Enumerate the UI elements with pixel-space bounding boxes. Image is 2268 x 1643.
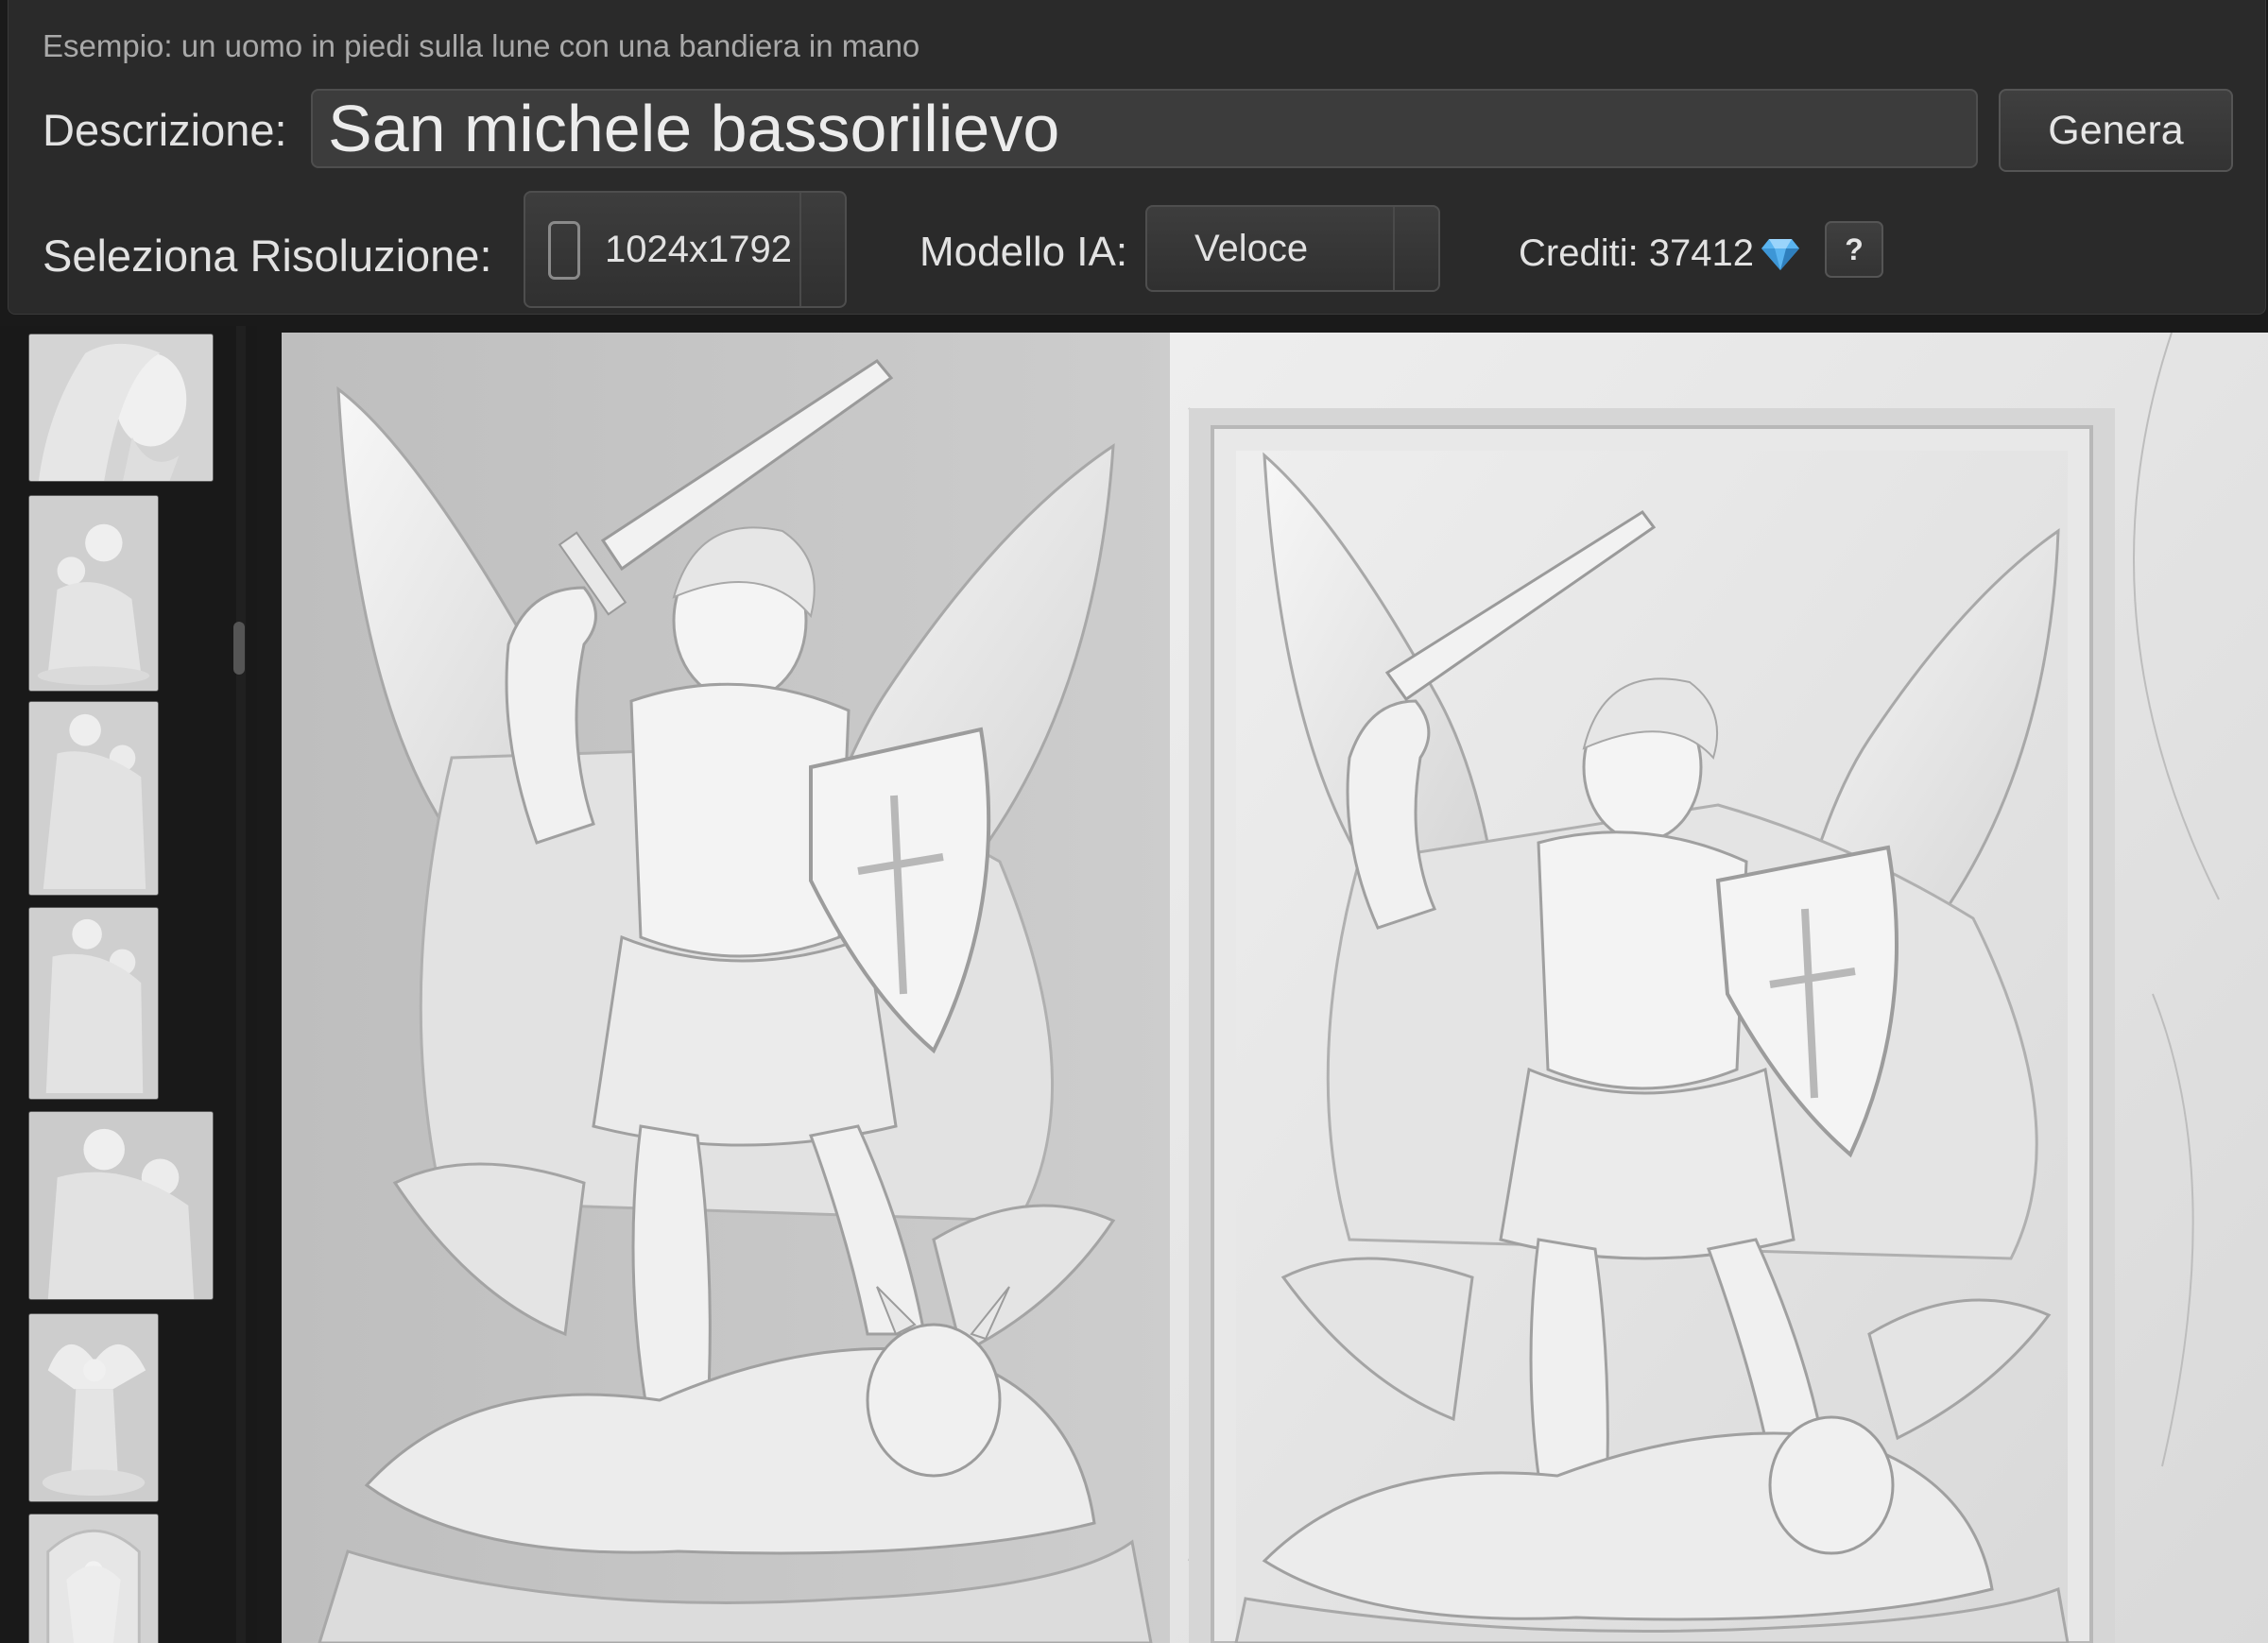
thumbnail[interactable] <box>28 334 214 482</box>
example-hint: Esempio: un uomo in piedi sulla lune con… <box>43 28 920 63</box>
sidebar-scrollbar-track[interactable] <box>236 326 246 1643</box>
sidebar-scrollbar-thumb[interactable] <box>233 622 245 675</box>
model-select[interactable]: Veloce <box>1145 205 1440 292</box>
model-value: Veloce <box>1194 228 1309 269</box>
thumbnail[interactable] <box>28 495 159 692</box>
portrait-phone-icon <box>548 221 580 280</box>
thumbnail[interactable] <box>28 1514 159 1643</box>
credits-display: Crediti: 37412 <box>1519 232 1800 275</box>
control-panel: Esempio: un uomo in piedi sulla lune con… <box>8 0 2266 315</box>
credits-text: Crediti: 37412 <box>1519 232 1755 274</box>
gem-icon <box>1761 237 1800 271</box>
thumbnail[interactable] <box>28 1111 214 1300</box>
description-label: Descrizione: <box>43 105 287 155</box>
dropdown-divider <box>1393 207 1395 290</box>
model-label: Modello IA: <box>919 229 1128 275</box>
resolution-select[interactable]: 1024x1792 <box>524 191 847 308</box>
dropdown-divider <box>799 193 801 306</box>
relief-image-left <box>282 333 1170 1643</box>
resolution-value: 1024x1792 <box>605 229 792 270</box>
resolution-label: Seleziona Risoluzione: <box>43 231 492 281</box>
thumbnail[interactable] <box>28 1313 159 1502</box>
generated-image-canvas[interactable] <box>282 333 2268 1643</box>
relief-image-right <box>1170 333 2268 1643</box>
thumbnail-sidebar <box>0 326 257 1643</box>
thumbnail[interactable] <box>28 907 159 1100</box>
description-input[interactable] <box>311 89 1978 168</box>
help-button[interactable]: ? <box>1825 221 1883 278</box>
thumbnail[interactable] <box>28 701 159 896</box>
generate-button[interactable]: Genera <box>1999 89 2233 172</box>
